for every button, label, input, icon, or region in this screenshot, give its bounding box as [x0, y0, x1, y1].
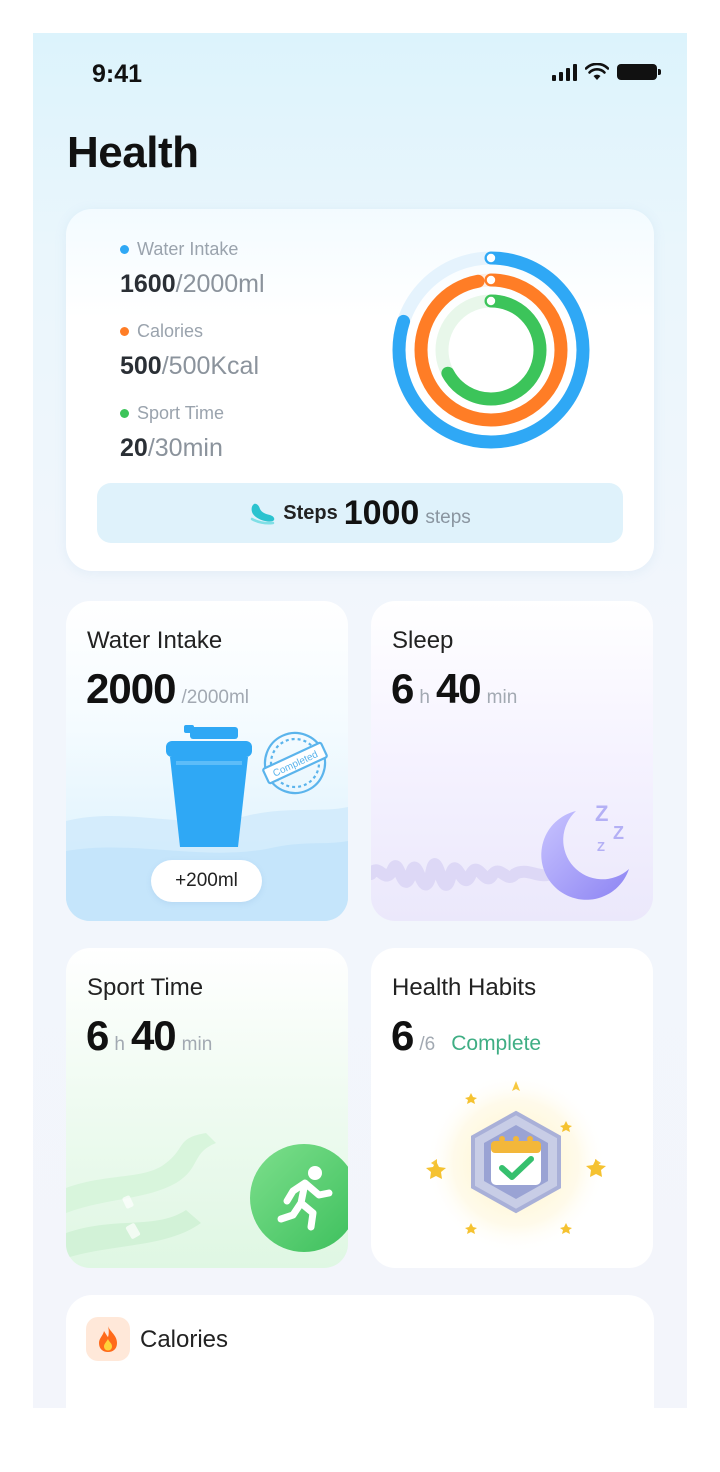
- add-water-button[interactable]: +200ml: [151, 860, 262, 902]
- water-bottle-icon: [166, 725, 252, 847]
- svg-text:Z: Z: [597, 839, 605, 854]
- svg-text:Z: Z: [595, 801, 608, 826]
- habits-total: /6: [419, 1034, 436, 1055]
- sport-time-card[interactable]: Sport Time 6 h 40 min: [66, 948, 348, 1268]
- calories-dot: [120, 327, 129, 336]
- calories-card-title: Calories: [140, 1326, 229, 1353]
- sleep-minutes-unit: min: [486, 687, 518, 708]
- sport-dot: [120, 409, 129, 418]
- metric-water: Water Intake 1600/2000ml: [120, 239, 265, 299]
- steps-unit: steps: [425, 507, 471, 528]
- status-time: 9:41: [92, 60, 143, 88]
- activity-rings: [392, 251, 590, 449]
- calories-card[interactable]: Calories: [66, 1295, 654, 1408]
- sport-card-title: Sport Time: [87, 974, 204, 1001]
- sleep-hours: 6: [391, 665, 414, 712]
- metric-label: Sport Time: [137, 403, 225, 423]
- battery-icon: [617, 64, 661, 80]
- svg-text:Z: Z: [613, 823, 624, 843]
- steps-bar[interactable]: Steps 1000 steps: [97, 483, 623, 543]
- water-value: 2000: [86, 665, 176, 712]
- habits-value: 6: [391, 1012, 414, 1059]
- runner-icon[interactable]: [249, 1143, 348, 1253]
- metric-label: Calories: [137, 321, 204, 341]
- metric-current: 1600: [120, 270, 176, 298]
- metric-goal: /2000ml: [175, 270, 265, 298]
- steps-label: Steps: [283, 501, 338, 524]
- cellular-signal-icon: [552, 63, 577, 81]
- metric-current: 500: [120, 352, 162, 380]
- metric-current: 20: [120, 434, 148, 462]
- metric-label: Water Intake: [137, 239, 239, 259]
- ring-start-dot: [486, 275, 496, 285]
- metric-calories: Calories 500/500Kcal: [120, 321, 259, 381]
- sport-minutes: 40: [130, 1012, 177, 1059]
- sport-hours: 6: [86, 1012, 109, 1059]
- steps-value: 1000: [343, 493, 420, 532]
- metric-sport: Sport Time 20/30min: [120, 403, 224, 463]
- water-goal: /2000ml: [181, 687, 250, 708]
- phone-screen: 9:41 Health Water Intake 1600/2000ml Cal…: [33, 33, 687, 1408]
- health-habits-card[interactable]: Health Habits 6 /6 Complete: [371, 948, 653, 1268]
- status-icons: [552, 63, 661, 81]
- metric-goal: /500Kcal: [161, 352, 260, 380]
- flame-icon: [86, 1317, 130, 1361]
- wifi-icon: [585, 63, 609, 80]
- water-intake-card[interactable]: Water Intake 2000 /2000ml Completed +200…: [66, 601, 348, 921]
- metric-goal: /30min: [147, 434, 223, 462]
- sport-hours-unit: h: [114, 1034, 125, 1055]
- page-title: Health: [67, 128, 199, 177]
- ring-start-dot: [486, 296, 496, 306]
- water-card-title: Water Intake: [87, 627, 223, 654]
- sleep-minutes: 40: [435, 665, 482, 712]
- habits-status: Complete: [451, 1032, 542, 1055]
- completed-stamp-icon: Completed: [262, 731, 328, 795]
- shoe-icon: [250, 503, 275, 525]
- sleep-card[interactable]: Sleep 6 h 40 min Z Z Z: [371, 601, 653, 921]
- summary-card[interactable]: Water Intake 1600/2000ml Calories 500/50…: [66, 209, 654, 571]
- ring-start-dot: [486, 253, 496, 263]
- water-dot: [120, 245, 129, 254]
- habit-badge-icon: [426, 1073, 606, 1253]
- sleep-card-title: Sleep: [392, 627, 454, 654]
- sport-minutes-unit: min: [181, 1034, 213, 1055]
- sleep-hours-unit: h: [419, 687, 430, 708]
- moon-icon: Z Z Z: [541, 801, 629, 900]
- habits-card-title: Health Habits: [392, 974, 537, 1001]
